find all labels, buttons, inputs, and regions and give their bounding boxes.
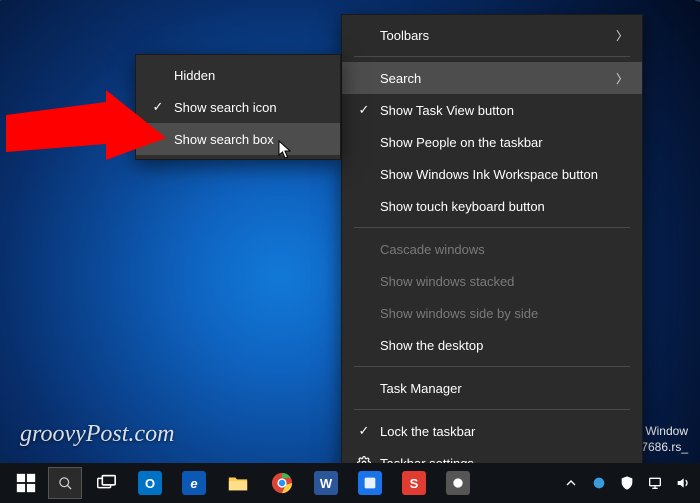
menu-item-toolbars[interactable]: Toolbars 〉 — [342, 19, 642, 51]
label: Lock the taskbar — [376, 424, 628, 439]
edge-icon: e — [182, 471, 206, 495]
label: Show search icon — [170, 100, 326, 115]
pinned-app-5[interactable] — [348, 463, 392, 503]
menu-item-task-manager[interactable]: Task Manager — [342, 372, 642, 404]
pinned-app-7[interactable] — [436, 463, 480, 503]
menu-item-show-touch-keyboard[interactable]: Show touch keyboard button — [342, 190, 642, 222]
menu-item-show-desktop[interactable]: Show the desktop — [342, 329, 642, 361]
separator — [354, 409, 630, 410]
menu-item-stacked: Show windows stacked — [342, 265, 642, 297]
separator — [354, 366, 630, 367]
chevron-right-icon: 〉 — [616, 70, 628, 87]
task-view-icon — [95, 472, 117, 494]
label: Show touch keyboard button — [376, 199, 628, 214]
label: Show Task View button — [376, 103, 628, 118]
watermark-text: groovyPost.com — [20, 421, 174, 448]
menu-item-search[interactable]: Search 〉 — [342, 62, 642, 94]
label: Search — [376, 71, 616, 86]
label: Cascade windows — [376, 242, 628, 257]
checkmark-icon — [352, 423, 376, 439]
separator — [354, 56, 630, 57]
label: Show search box — [170, 132, 326, 147]
label: Show Windows Ink Workspace button — [376, 167, 628, 182]
search-button[interactable] — [48, 467, 82, 499]
volume-icon — [675, 475, 691, 491]
pinned-app-chrome[interactable] — [260, 463, 304, 503]
word-icon: W — [314, 471, 338, 495]
tray-app-icon — [591, 475, 607, 491]
menu-item-show-ink[interactable]: Show Windows Ink Workspace button — [342, 158, 642, 190]
pinned-app-explorer[interactable] — [216, 463, 260, 503]
taskbar-context-menu: Toolbars 〉 Search 〉 Show Task View butto… — [341, 14, 643, 484]
desktop[interactable]: groovyPost.com Window 17686.rs_ Toolbars… — [0, 0, 700, 503]
label: Show windows stacked — [376, 274, 628, 289]
menu-item-side-by-side: Show windows side by side — [342, 297, 642, 329]
search-submenu: Hidden Show search icon Show search box — [135, 54, 341, 160]
label: Task Manager — [376, 381, 628, 396]
menu-item-lock-taskbar[interactable]: Lock the taskbar — [342, 415, 642, 447]
menu-item-show-people[interactable]: Show People on the taskbar — [342, 126, 642, 158]
tray-security-button[interactable] — [614, 463, 640, 503]
shield-icon — [619, 475, 635, 491]
pinned-app-outlook[interactable]: O — [128, 463, 172, 503]
pinned-app-word[interactable]: W — [304, 463, 348, 503]
chevron-right-icon: 〉 — [616, 27, 628, 44]
app-icon — [446, 471, 470, 495]
label: Show the desktop — [376, 338, 628, 353]
menu-item-cascade: Cascade windows — [342, 233, 642, 265]
checkmark-icon — [352, 102, 376, 118]
start-icon — [15, 472, 37, 494]
system-tray — [558, 463, 696, 503]
pinned-app-snagit[interactable]: S — [392, 463, 436, 503]
start-button[interactable] — [4, 463, 48, 503]
chevron-up-icon — [563, 475, 579, 491]
network-icon — [647, 475, 663, 491]
task-view-button[interactable] — [84, 463, 128, 503]
taskbar: O e W S — [0, 463, 700, 503]
label: Show People on the taskbar — [376, 135, 628, 150]
checkmark-icon — [146, 99, 170, 115]
tray-volume-button[interactable] — [670, 463, 696, 503]
file-explorer-icon — [227, 472, 249, 494]
tray-network-button[interactable] — [642, 463, 668, 503]
tray-app-icon-button[interactable] — [586, 463, 612, 503]
label: Show windows side by side — [376, 306, 628, 321]
outlook-icon: O — [138, 471, 162, 495]
label: Toolbars — [376, 28, 616, 43]
menu-item-show-task-view[interactable]: Show Task View button — [342, 94, 642, 126]
snagit-icon: S — [402, 471, 426, 495]
submenu-item-show-search-icon[interactable]: Show search icon — [136, 91, 340, 123]
label: Hidden — [170, 68, 326, 83]
submenu-item-hidden[interactable]: Hidden — [136, 59, 340, 91]
tray-overflow-button[interactable] — [558, 463, 584, 503]
app-icon — [358, 471, 382, 495]
chrome-icon — [271, 472, 293, 494]
pinned-app-edge[interactable]: e — [172, 463, 216, 503]
separator — [354, 227, 630, 228]
submenu-item-show-search-box[interactable]: Show search box — [136, 123, 340, 155]
search-icon — [58, 476, 73, 491]
